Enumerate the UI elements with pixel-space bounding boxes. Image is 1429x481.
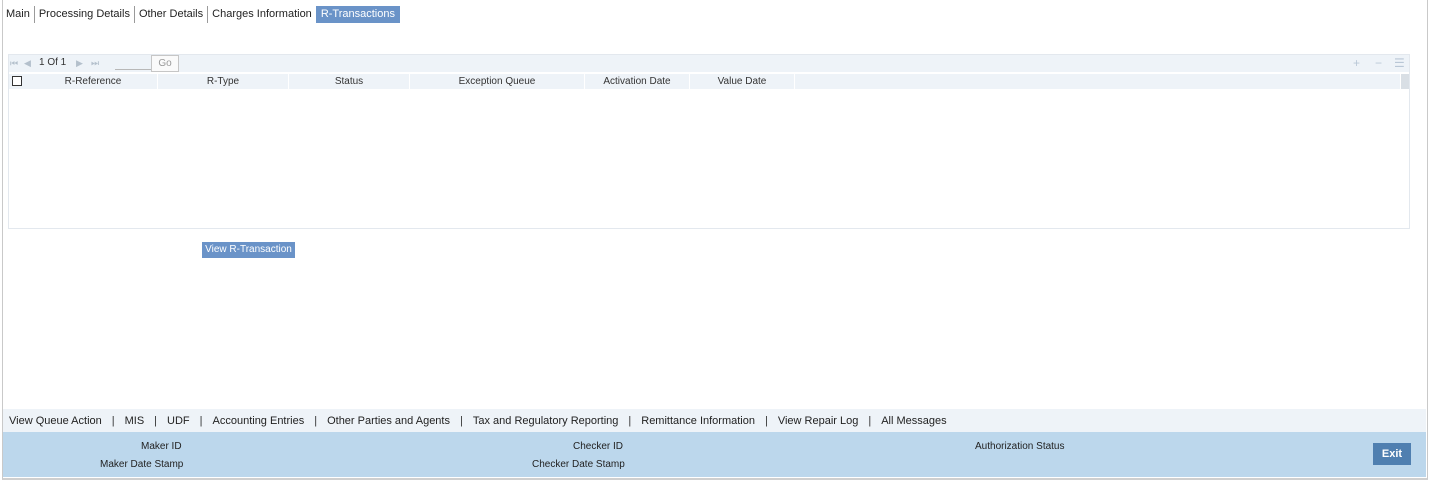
last-page-icon[interactable]: ⏭	[91, 58, 99, 69]
link-accounting-entries[interactable]: Accounting Entries	[207, 415, 311, 427]
column-r-reference[interactable]: R-Reference	[29, 74, 158, 89]
maker-id-label: Maker ID	[141, 441, 182, 452]
delete-row-icon[interactable]: −	[1375, 56, 1382, 70]
exit-button[interactable]: Exit	[1373, 443, 1411, 465]
column-value-date[interactable]: Value Date	[690, 74, 795, 89]
next-page-icon[interactable]: ▶	[76, 58, 83, 69]
link-remittance-information[interactable]: Remittance Information	[635, 415, 761, 427]
checker-id-label: Checker ID	[573, 441, 624, 452]
column-activation-date[interactable]: Activation Date	[585, 74, 690, 89]
tab-processing-details[interactable]: Processing Details	[35, 6, 135, 23]
page-number-input[interactable]	[115, 57, 151, 70]
link-all-messages[interactable]: All Messages	[875, 415, 952, 427]
tab-other-details[interactable]: Other Details	[135, 6, 209, 23]
go-button[interactable]: Go	[151, 55, 179, 72]
single-view-icon[interactable]: ☰	[1394, 56, 1405, 70]
bottom-link-bar: View Queue Action | MIS | UDF | Accounting …	[3, 409, 1426, 432]
grid-pager: ⏮ ◀ 1 Of 1 ▶ ⏭ Go + − ☰	[9, 55, 1409, 72]
link-tax-and-regulatory-reporting[interactable]: Tax and Regulatory Reporting	[467, 415, 625, 427]
link-view-repair-log[interactable]: View Repair Log	[772, 415, 865, 427]
page-indicator: 1 Of 1	[39, 57, 67, 68]
grid-header: R-Reference R-Type Status Exception Queu…	[9, 74, 1400, 89]
tab-bar: Main Processing Details Other Details Ch…	[2, 6, 400, 23]
tab-r-transactions[interactable]: R-Transactions	[315, 6, 400, 23]
column-status[interactable]: Status	[289, 74, 410, 89]
tab-main[interactable]: Main	[2, 6, 35, 23]
first-page-icon[interactable]: ⏮	[10, 58, 18, 69]
maker-date-stamp-label: Maker Date Stamp	[100, 459, 184, 470]
add-row-icon[interactable]: +	[1353, 56, 1360, 70]
link-udf[interactable]: UDF	[161, 415, 196, 427]
audit-footer: Maker ID Maker Date Stamp Checker ID Che…	[3, 432, 1426, 477]
r-transactions-grid: ⏮ ◀ 1 Of 1 ▶ ⏭ Go + − ☰ R-Reference R-Ty…	[8, 54, 1410, 229]
prev-page-icon[interactable]: ◀	[24, 58, 31, 69]
authorization-status-label: Authorization Status	[975, 441, 1065, 452]
grid-scrollbar[interactable]	[1401, 74, 1409, 89]
select-all-checkbox[interactable]	[12, 76, 22, 86]
link-view-queue-action[interactable]: View Queue Action	[3, 415, 108, 427]
column-exception-queue[interactable]: Exception Queue	[410, 74, 585, 89]
tab-charges-information[interactable]: Charges Information	[208, 6, 316, 23]
link-other-parties-and-agents[interactable]: Other Parties and Agents	[321, 415, 456, 427]
link-mis[interactable]: MIS	[119, 415, 151, 427]
view-r-transaction-button[interactable]: View R-Transaction	[202, 242, 295, 258]
column-r-type[interactable]: R-Type	[158, 74, 289, 89]
checker-date-stamp-label: Checker Date Stamp	[532, 459, 625, 470]
